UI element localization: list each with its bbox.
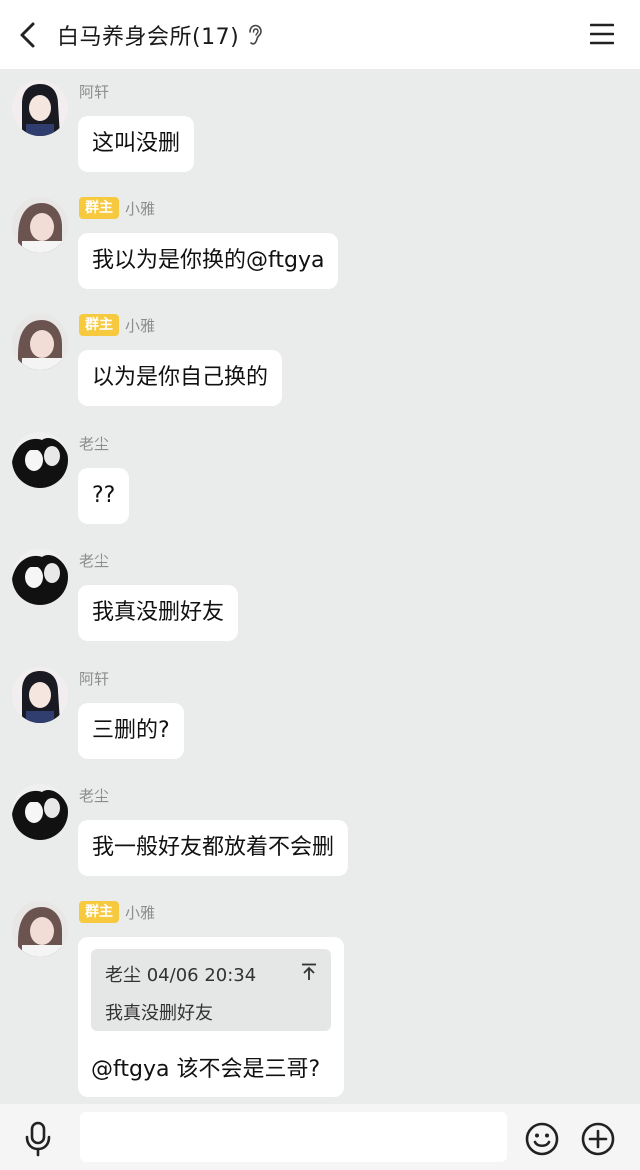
message-meta: 老尘 — [79, 432, 109, 454]
avatar[interactable] — [12, 667, 68, 723]
hamburger-menu-icon[interactable] — [590, 22, 614, 46]
avatar-laochen-image — [12, 432, 68, 488]
quote-header: 老尘 04/06 20:34 — [105, 965, 257, 986]
message-bubble[interactable]: 三删的? — [78, 703, 184, 759]
quoted-message[interactable]: 老尘 04/06 20:34 我真没删好友 — [91, 949, 331, 1031]
sender-name: 小雅 — [125, 903, 156, 922]
sender-name: 老尘 — [79, 551, 110, 570]
plus-circle-icon[interactable] — [581, 1122, 615, 1156]
chevron-left-icon[interactable] — [14, 18, 44, 52]
message-input[interactable] — [80, 1112, 507, 1162]
jump-to-top-icon[interactable] — [301, 963, 317, 981]
input-bar — [0, 1104, 640, 1170]
message-list[interactable]: 阿轩 这叫没删 群主 小雅 我以为是你换的@ftgya 群主 小雅 以为是你自己… — [0, 69, 640, 1104]
message-bubble[interactable]: ?? — [78, 468, 130, 524]
avatar[interactable] — [12, 901, 68, 957]
message-meta: 群主 小雅 — [79, 197, 155, 219]
message-meta: 老尘 — [79, 549, 109, 571]
message-bubble[interactable]: 这叫没删 — [78, 116, 195, 172]
message-bubble[interactable]: 我以为是你换的@ftgya — [78, 233, 339, 289]
avatar[interactable] — [12, 784, 68, 840]
avatar-xiaoya-image — [12, 314, 68, 370]
ear-icon — [249, 24, 262, 45]
sender-name: 阿轩 — [79, 82, 110, 101]
message-meta: 群主 小雅 — [79, 901, 155, 923]
message-bubble[interactable]: 老尘 04/06 20:34 我真没删好友 @ftgya 该不会是三哥? — [78, 937, 344, 1097]
chat-title-group[interactable]: 白马养身会所(17) — [57, 18, 263, 52]
avatar-xiaoya-image — [12, 901, 68, 957]
avatar[interactable] — [12, 432, 68, 488]
message-bubble[interactable]: 我一般好友都放着不会删 — [78, 820, 349, 876]
sender-name: 阿轩 — [79, 669, 110, 688]
quote-text: 我真没删好友 — [105, 1003, 213, 1024]
owner-badge: 群主 — [79, 197, 119, 219]
owner-badge: 群主 — [79, 314, 119, 336]
avatar[interactable] — [12, 314, 68, 370]
sender-name: 小雅 — [125, 199, 156, 218]
sender-name: 小雅 — [125, 316, 156, 335]
top-bar: 白马养身会所(17) — [0, 0, 640, 69]
message-meta: 阿轩 — [79, 667, 109, 689]
chat-title: 白马养身会所(17) — [57, 25, 240, 50]
message-meta: 阿轩 — [79, 80, 109, 102]
avatar[interactable] — [12, 549, 68, 605]
avatar-xiaoya-image — [12, 197, 68, 253]
avatar-axuan-image — [12, 667, 68, 723]
message-bubble[interactable]: 以为是你自己换的 — [78, 350, 283, 406]
avatar-laochen-image — [12, 784, 68, 840]
smiley-icon[interactable] — [525, 1122, 559, 1156]
owner-badge: 群主 — [79, 901, 119, 923]
avatar-axuan-image — [12, 80, 68, 136]
microphone-icon[interactable] — [24, 1121, 52, 1157]
sender-name: 老尘 — [79, 434, 110, 453]
avatar-laochen-image — [12, 549, 68, 605]
avatar[interactable] — [12, 197, 68, 253]
avatar[interactable] — [12, 80, 68, 136]
sender-name: 老尘 — [79, 786, 110, 805]
message-meta: 群主 小雅 — [79, 314, 155, 336]
reply-text: @ftgya 该不会是三哥? — [91, 1057, 321, 1082]
message-bubble[interactable]: 我真没删好友 — [78, 585, 239, 641]
message-meta: 老尘 — [79, 784, 109, 806]
